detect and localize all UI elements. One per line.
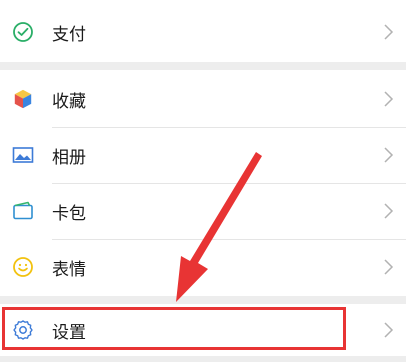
cube-icon [11, 87, 35, 111]
menu-item-favorites[interactable]: 收藏 [0, 71, 406, 127]
menu-item-album[interactable]: 相册 [0, 127, 406, 183]
menu-item-stickers[interactable]: 表情 [0, 239, 406, 295]
menu-group-pay: 支付 [0, 0, 406, 62]
menu-group-settings: 设置 [0, 304, 406, 356]
smiley-icon [11, 255, 35, 279]
chevron-right-icon [384, 203, 394, 219]
menu-item-label: 收藏 [52, 91, 86, 112]
menu-item-label: 表情 [52, 259, 86, 280]
card-icon [11, 199, 35, 223]
wechat-pay-icon [11, 20, 35, 44]
menu-item-label: 设置 [52, 322, 86, 343]
chevron-right-icon [384, 147, 394, 163]
menu-group-main: 收藏 相册 卡包 表情 [0, 70, 406, 296]
menu-item-label: 相册 [52, 147, 86, 168]
chevron-right-icon [384, 322, 394, 338]
menu-item-label: 卡包 [52, 203, 86, 224]
gear-icon [11, 318, 35, 342]
picture-icon [11, 143, 35, 167]
menu-item-cards[interactable]: 卡包 [0, 183, 406, 239]
chevron-right-icon [384, 91, 394, 107]
chevron-right-icon [384, 24, 394, 40]
menu-item-label: 支付 [52, 24, 86, 45]
menu-item-settings[interactable]: 设置 [0, 304, 406, 356]
chevron-right-icon [384, 259, 394, 275]
menu-item-pay[interactable]: 支付 [0, 4, 406, 60]
